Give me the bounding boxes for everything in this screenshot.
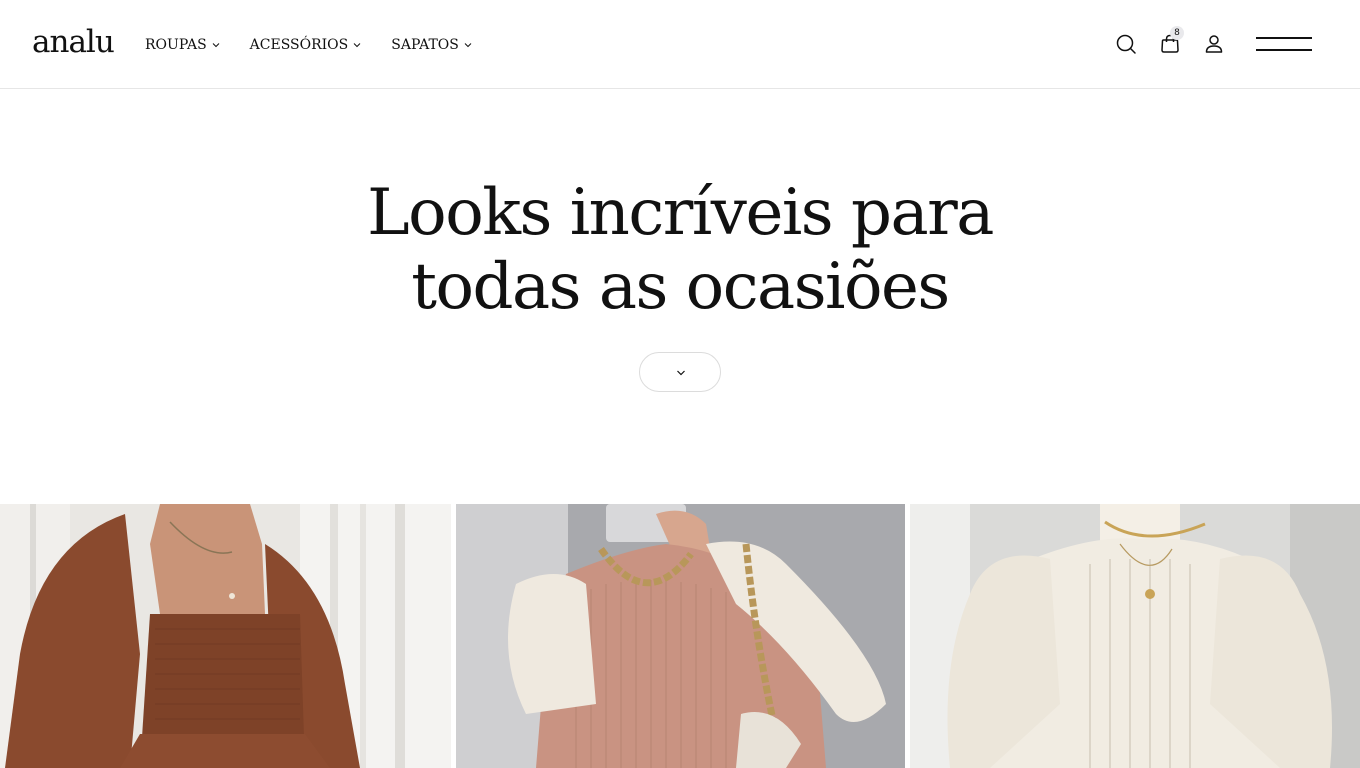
account-button[interactable] bbox=[1202, 32, 1226, 56]
nav-item-label: ROUPAS bbox=[145, 37, 207, 53]
menu-line bbox=[1256, 37, 1312, 39]
search-icon bbox=[1116, 34, 1136, 54]
hero-title-line-2: todas as ocasiões bbox=[411, 250, 950, 324]
menu-line bbox=[1256, 49, 1312, 51]
gallery-item-white-sweater[interactable] bbox=[910, 504, 1360, 768]
site-header: analu ROUPAS ACESSÓRIOS SAPATOS 8 bbox=[0, 0, 1360, 89]
search-button[interactable] bbox=[1114, 32, 1138, 56]
scroll-down-button[interactable] bbox=[639, 352, 721, 392]
nav-item-label: SAPATOS bbox=[391, 37, 459, 53]
nav-item-roupas[interactable]: ROUPAS bbox=[145, 35, 220, 55]
chevron-down-icon bbox=[464, 43, 472, 48]
chevron-down-icon bbox=[677, 370, 685, 376]
hero-title: Looks incríveis para todas as ocasiões bbox=[0, 176, 1360, 324]
main-nav: ROUPAS ACESSÓRIOS SAPATOS bbox=[145, 35, 502, 55]
nav-item-sapatos[interactable]: SAPATOS bbox=[391, 35, 472, 55]
header-actions: 8 bbox=[1114, 26, 1226, 56]
pink-sweater-image bbox=[456, 504, 905, 768]
gallery-item-brown-dress[interactable] bbox=[0, 504, 451, 768]
brown-dress-image bbox=[0, 504, 451, 768]
cart-button[interactable]: 8 bbox=[1158, 26, 1184, 56]
brand-logo[interactable]: analu bbox=[32, 22, 115, 62]
user-icon bbox=[1205, 35, 1223, 53]
hero-title-line-1: Looks incríveis para bbox=[367, 176, 994, 250]
nav-item-acessorios[interactable]: ACESSÓRIOS bbox=[250, 35, 362, 55]
menu-icon[interactable] bbox=[1256, 37, 1312, 51]
chevron-down-icon bbox=[212, 43, 220, 48]
nav-item-label: ACESSÓRIOS bbox=[249, 37, 349, 53]
cart-count-badge: 8 bbox=[1170, 26, 1184, 40]
white-sweater-image bbox=[910, 504, 1360, 768]
chevron-down-icon bbox=[353, 43, 361, 48]
gallery-item-pink-sweater[interactable] bbox=[456, 504, 905, 768]
product-gallery bbox=[0, 504, 1360, 768]
